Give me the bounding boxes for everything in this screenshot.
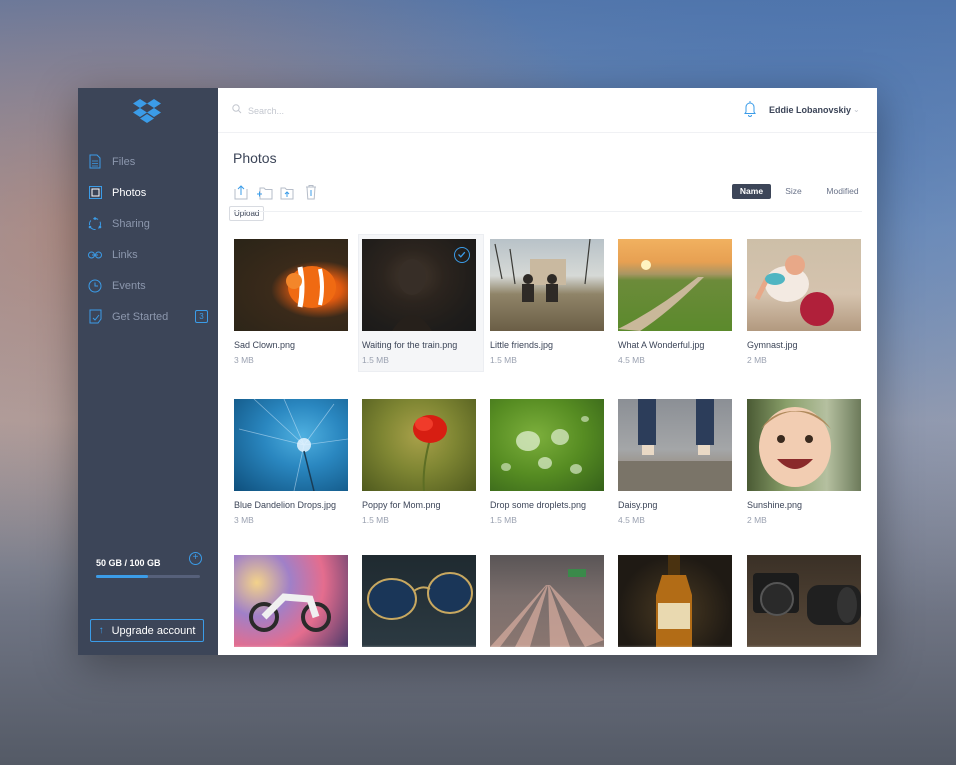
sidebar-nav: Files Photos Sharing Links Events Get St… <box>78 146 218 332</box>
notification-bell-icon[interactable] <box>744 100 756 117</box>
main-content: Eddie Lobanovskiy ⌄ Photos Upload Name S… <box>218 88 877 655</box>
upload-icon[interactable] <box>234 184 248 200</box>
get-started-icon <box>88 309 102 325</box>
storage-label: 50 GB / 100 GB <box>96 558 161 568</box>
photo-thumbnail <box>362 555 476 647</box>
selected-check-icon[interactable] <box>454 247 470 263</box>
page-title: Photos <box>233 150 277 166</box>
sharing-icon <box>88 216 102 232</box>
storage-meter: 50 GB / 100 GB + <box>96 552 202 578</box>
file-icon <box>88 154 102 170</box>
get-started-badge: 3 <box>195 310 208 323</box>
sidebar-item-links[interactable]: Links <box>78 239 218 270</box>
sidebar: Files Photos Sharing Links Events Get St… <box>78 88 218 655</box>
photo-name: Gymnast.jpg <box>747 340 798 350</box>
link-icon <box>88 247 102 263</box>
sort-by-modified-button[interactable]: Modified <box>818 184 867 199</box>
storage-progress-bar <box>96 575 200 578</box>
photo-size: 1.5 MB <box>490 355 517 365</box>
photo-size: 1.5 MB <box>362 355 389 365</box>
upload-tooltip: Upload <box>229 206 265 221</box>
photo-thumbnail <box>490 399 604 491</box>
arrow-up-icon: ↑ <box>98 625 104 636</box>
divider <box>233 211 862 212</box>
storage-progress-fill <box>96 575 148 578</box>
add-storage-icon[interactable]: + <box>189 552 202 565</box>
clock-icon <box>88 278 102 294</box>
photo-size: 4.5 MB <box>618 355 645 365</box>
photo-thumbnail <box>618 239 732 331</box>
photo-name: Blue Dandelion Drops.jpg <box>234 500 337 510</box>
sort-by-size-button[interactable]: Size <box>780 184 807 199</box>
upgrade-account-button[interactable]: ↑ Upgrade account <box>90 619 204 642</box>
photo-thumbnail <box>618 555 732 647</box>
photo-thumbnail <box>747 555 861 647</box>
photo-thumbnail <box>747 399 861 491</box>
photo-thumbnail <box>234 555 348 647</box>
scroll-fade <box>218 645 877 655</box>
photo-name: Drop some droplets.png <box>490 500 587 510</box>
sidebar-item-label: Links <box>112 248 138 261</box>
sidebar-item-events[interactable]: Events <box>78 270 218 301</box>
sidebar-item-photos[interactable]: Photos <box>78 177 218 208</box>
sidebar-item-label: Files <box>112 155 136 168</box>
delete-icon[interactable] <box>305 184 317 200</box>
photo-name: Sad Clown.png <box>234 340 296 350</box>
sidebar-item-files[interactable]: Files <box>78 146 218 177</box>
photo-size: 4.5 MB <box>618 515 645 525</box>
sidebar-item-label: Sharing <box>112 217 150 230</box>
search-input[interactable] <box>246 101 470 121</box>
photo-name: Waiting for the train.png <box>362 340 458 350</box>
photo-size: 3 MB <box>234 355 254 365</box>
photo-thumbnail <box>362 239 476 331</box>
sort-by-name-button[interactable]: Name <box>732 184 771 199</box>
photo-icon <box>88 185 102 201</box>
photo-thumbnail <box>234 399 348 491</box>
photo-thumbnail <box>234 239 348 331</box>
sidebar-item-get-started[interactable]: Get Started 3 <box>78 301 218 332</box>
search-icon <box>232 104 242 114</box>
new-folder-icon[interactable] <box>256 184 273 200</box>
photo-thumbnail <box>747 239 861 331</box>
photo-name: What A Wonderful.jpg <box>618 340 705 350</box>
photo-name: Daisy.png <box>618 500 658 510</box>
topbar: Eddie Lobanovskiy ⌄ <box>218 88 877 133</box>
photo-size: 1.5 MB <box>490 515 517 525</box>
photo-name: Poppy for Mom.png <box>362 500 441 510</box>
dropbox-logo[interactable] <box>132 98 162 126</box>
photo-size: 2 MB <box>747 355 767 365</box>
photo-thumbnail <box>490 239 604 331</box>
sidebar-item-label: Events <box>112 279 146 292</box>
upgrade-label: Upgrade account <box>111 624 196 637</box>
photo-thumbnail <box>362 399 476 491</box>
photo-size: 2 MB <box>747 515 767 525</box>
photo-name: Little friends.jpg <box>490 340 554 350</box>
app-window: Files Photos Sharing Links Events Get St… <box>78 88 877 655</box>
upload-folder-icon[interactable] <box>280 184 294 200</box>
photo-name: Sunshine.png <box>747 500 803 510</box>
photo-size: 3 MB <box>234 515 254 525</box>
sidebar-item-sharing[interactable]: Sharing <box>78 208 218 239</box>
sidebar-item-label: Get Started <box>112 310 169 323</box>
photo-thumbnail <box>490 555 604 647</box>
chevron-down-icon[interactable]: ⌄ <box>853 105 860 114</box>
sidebar-item-label: Photos <box>112 186 147 199</box>
photo-thumbnail <box>618 399 732 491</box>
photo-size: 1.5 MB <box>362 515 389 525</box>
user-name[interactable]: Eddie Lobanovskiy <box>769 105 851 115</box>
